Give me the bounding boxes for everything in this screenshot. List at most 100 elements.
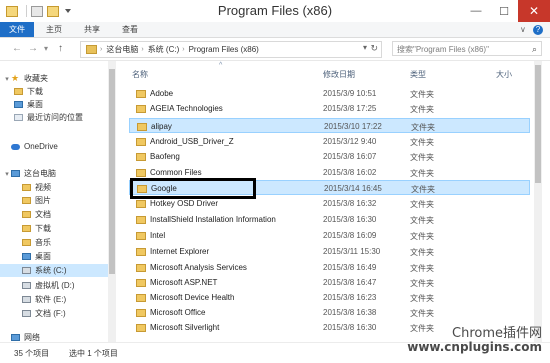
file-type: 文件夹 — [410, 153, 434, 162]
maximize-button[interactable]: ☐ — [490, 0, 518, 22]
help-icon[interactable]: ? — [533, 25, 543, 35]
table-row[interactable]: alipay 2015/3/10 17:22 文件夹 — [129, 118, 530, 133]
minimize-button[interactable]: — — [462, 0, 490, 22]
sidebar-item-label: 虚拟机 (D:) — [35, 281, 75, 290]
chevron-right-icon: › — [141, 46, 144, 53]
table-row[interactable]: Microsoft ASP.NET 2015/3/8 16:47 文件夹 — [129, 275, 530, 290]
refresh-icon[interactable]: ↻ — [370, 43, 378, 54]
sidebar-item-music[interactable]: 音乐 — [0, 236, 108, 249]
chevron-down-icon[interactable]: ▾ — [3, 75, 11, 83]
table-row[interactable]: Internet Explorer 2015/3/11 15:30 文件夹 — [129, 244, 530, 259]
sidebar-item-favorites[interactable]: ▾ ★ 收藏夹 — [0, 72, 108, 85]
tab-share[interactable]: 共享 — [78, 22, 106, 37]
tab-home[interactable]: 主页 — [40, 22, 68, 37]
table-row[interactable]: Adobe 2015/3/9 10:51 文件夹 — [129, 86, 530, 101]
table-row[interactable]: AGEIA Technologies 2015/3/8 17:25 文件夹 — [129, 101, 530, 116]
folder-icon — [136, 264, 146, 272]
sidebar-item-label: 音乐 — [35, 238, 51, 247]
sidebar-item-onedrive[interactable]: OneDrive — [0, 140, 108, 153]
title-bar: Program Files (x86) — ☐ ✕ — [0, 0, 550, 23]
scrollbar-thumb[interactable] — [109, 69, 115, 274]
folder-icon — [136, 248, 146, 256]
file-name: Microsoft ASP.NET — [150, 278, 218, 287]
sidebar-item-downloads-pc[interactable]: 下载 — [0, 222, 108, 235]
close-button[interactable]: ✕ — [518, 0, 550, 22]
tab-file[interactable]: 文件 — [0, 22, 34, 37]
file-date: 2015/3/9 10:51 — [323, 89, 377, 98]
sidebar-item-drive-d[interactable]: 虚拟机 (D:) — [0, 279, 108, 292]
file-name: Hotkey OSD Driver — [150, 199, 219, 208]
table-row[interactable]: InstallShield Installation Information 2… — [129, 212, 530, 227]
folder-icon — [136, 294, 146, 302]
breadcrumb-this-pc[interactable]: 这台电脑 — [106, 44, 138, 55]
column-type[interactable]: 类型 — [410, 69, 426, 80]
desktop-icon — [14, 101, 23, 108]
sidebar-item-label: 视频 — [35, 183, 51, 192]
sidebar-item-label: 文档 (F:) — [35, 309, 66, 318]
column-date[interactable]: 修改日期 — [323, 69, 355, 80]
sidebar-item-this-pc[interactable]: ▾ 这台电脑 — [0, 167, 108, 180]
tab-view[interactable]: 查看 — [116, 22, 144, 37]
file-date: 2015/3/8 17:25 — [323, 104, 377, 113]
table-row[interactable]: Microsoft Device Health 2015/3/8 16:23 文… — [129, 290, 530, 305]
sidebar-item-recent[interactable]: 最近访问的位置 — [0, 111, 108, 124]
drive-icon — [22, 296, 31, 303]
file-name: Microsoft Office — [150, 308, 206, 317]
file-type: 文件夹 — [410, 294, 434, 303]
file-date: 2015/3/8 16:30 — [323, 323, 377, 332]
watermark-title: Chrome插件网 — [452, 326, 542, 341]
sidebar-item-desktop-pc[interactable]: 桌面 — [0, 250, 108, 263]
navigation-bar: ← → ▾ ↑ › 这台电脑 › 系统 (C:) › Program Files… — [0, 38, 550, 61]
column-size[interactable]: 大小 — [496, 69, 512, 80]
table-row[interactable]: Intel 2015/3/8 16:09 文件夹 — [129, 228, 530, 243]
back-arrow-icon[interactable]: ← — [12, 43, 22, 55]
column-name[interactable]: 名称 — [132, 69, 148, 80]
breadcrumb-program-files[interactable]: Program Files (x86) — [189, 45, 259, 54]
sidebar-item-pictures[interactable]: 图片 — [0, 194, 108, 207]
folder-icon — [136, 232, 146, 240]
sidebar-item-label: 收藏夹 — [24, 74, 48, 83]
chevron-down-icon[interactable]: ▾ — [3, 170, 11, 178]
drive-icon — [22, 267, 31, 274]
sidebar-item-drive-c[interactable]: 系统 (C:) — [0, 264, 108, 277]
sidebar-item-documents[interactable]: 文档 — [0, 208, 108, 221]
recent-locations-icon[interactable]: ▾ — [44, 43, 48, 55]
up-arrow-icon[interactable]: ↑ — [58, 43, 63, 55]
file-list: ^ 名称 修改日期 类型 大小 Adobe 2015/3/9 10:51 文件夹… — [119, 61, 530, 342]
file-list-scrollbar[interactable] — [534, 61, 542, 342]
chevron-right-icon: › — [182, 46, 185, 53]
highlight-box — [130, 178, 256, 199]
table-row[interactable]: Microsoft Analysis Services 2015/3/8 16:… — [129, 260, 530, 275]
sidebar-item-videos[interactable]: 视频 — [0, 181, 108, 194]
address-bar[interactable]: › 这台电脑 › 系统 (C:) › Program Files (x86) ▾… — [80, 41, 382, 58]
folder-icon — [136, 324, 146, 332]
sidebar-item-drive-e[interactable]: 软件 (E:) — [0, 293, 108, 306]
sidebar-item-downloads[interactable]: 下载 — [0, 85, 108, 98]
file-date: 2015/3/8 16:32 — [323, 199, 377, 208]
search-input[interactable]: 搜索"Program Files (x86)" ⌕ — [392, 41, 542, 56]
file-name: Internet Explorer — [150, 247, 210, 256]
chevron-down-icon[interactable]: ∨ — [520, 25, 526, 34]
forward-arrow-icon[interactable]: → — [28, 43, 38, 55]
sidebar-item-drive-f[interactable]: 文档 (F:) — [0, 307, 108, 320]
drive-icon — [22, 282, 31, 289]
item-count: 35 个项目 — [14, 349, 50, 358]
sidebar-scrollbar[interactable] — [108, 61, 116, 342]
scrollbar-thumb[interactable] — [535, 65, 541, 183]
chevron-down-icon[interactable]: ▾ — [363, 43, 367, 52]
table-row[interactable]: Android_USB_Driver_Z 2015/3/12 9:40 文件夹 — [129, 134, 530, 149]
breadcrumb-drive-c[interactable]: 系统 (C:) — [148, 44, 180, 55]
folder-icon — [136, 309, 146, 317]
folder-icon — [22, 197, 31, 204]
sidebar-item-label: 桌面 — [27, 100, 43, 109]
sidebar-item-label: 文档 — [35, 210, 51, 219]
sidebar-item-label: 这台电脑 — [24, 169, 56, 178]
folder-icon — [137, 123, 147, 131]
folder-icon — [22, 184, 31, 191]
file-type: 文件夹 — [410, 105, 434, 114]
sidebar-item-desktop[interactable]: 桌面 — [0, 98, 108, 111]
folder-icon — [136, 138, 146, 146]
file-type: 文件夹 — [410, 248, 434, 257]
table-row[interactable]: Baofeng 2015/3/8 16:07 文件夹 — [129, 149, 530, 164]
file-name: Microsoft Silverlight — [150, 323, 220, 332]
